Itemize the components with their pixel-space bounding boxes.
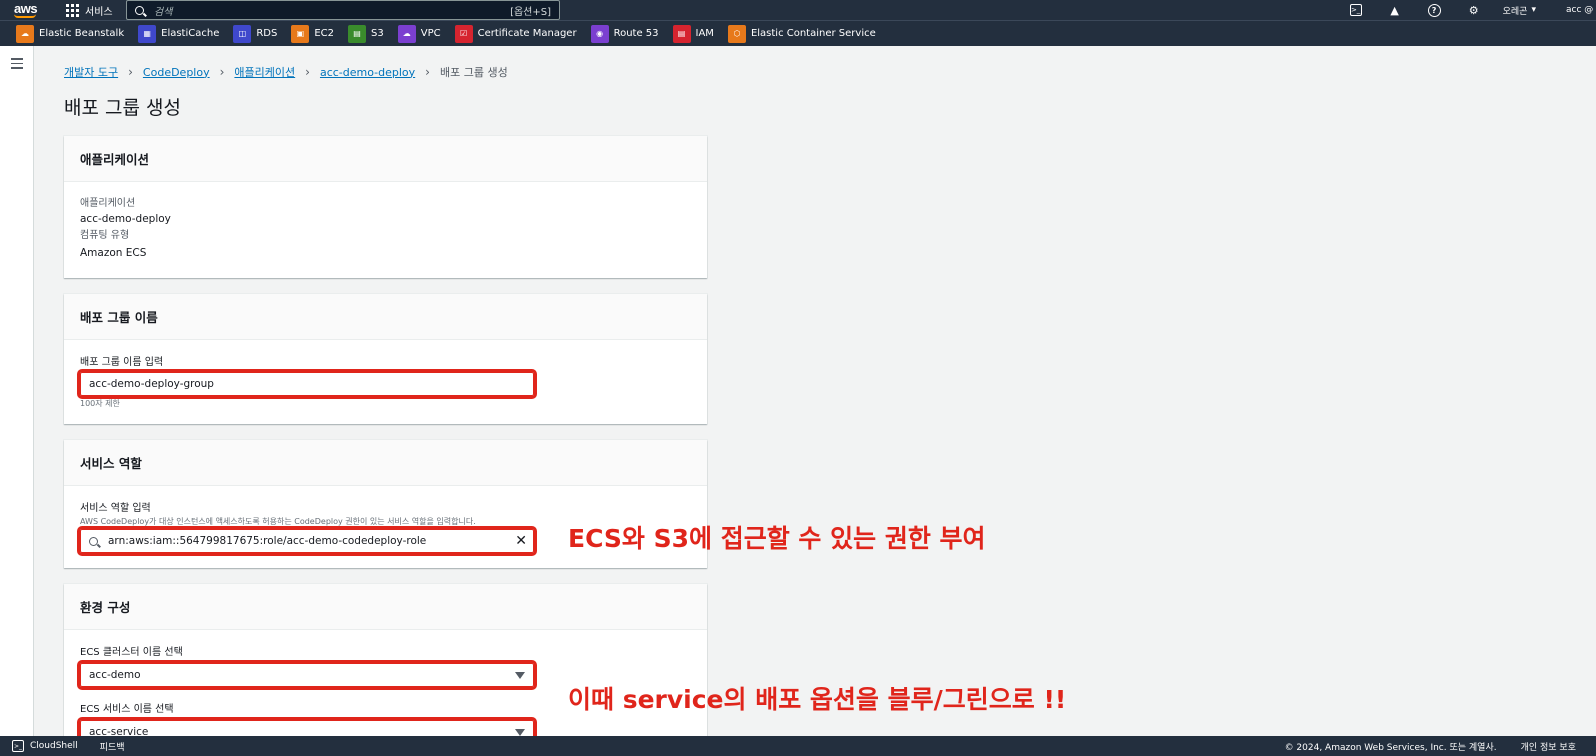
favorite-rds[interactable]: ◫ RDS [233,24,278,43]
favorite-label: S3 [371,28,384,39]
feedback-link[interactable]: 피드백 [100,740,125,753]
vpc-icon: ☁ [397,24,416,43]
annotation-role-note: ECS와 S3에 접근할 수 있는 권한 부여 [568,524,986,553]
search-shortcut: [옵션+S] [510,6,551,18]
region-selector[interactable]: 오레곤 ▾ [1503,4,1536,17]
favorite-iam[interactable]: ▤ IAM [672,24,714,43]
search-placeholder: 검색 [154,6,173,18]
settings-gear-icon[interactable]: ⚙ [1467,3,1481,17]
constraint-text: 100자 제한 [80,399,120,408]
notifications-bell-icon[interactable]: ▲ [1388,3,1402,17]
certificate-manager-icon: ☑ [454,24,473,43]
menu-hamburger-icon[interactable] [11,58,23,72]
cloudshell-button[interactable]: >_ CloudShell [12,740,78,752]
panel-header: 환경 구성 [64,584,707,630]
ec2-icon: ▣ [291,24,310,43]
breadcrumb: 개발자 도구 › CodeDeploy › 애플리케이션 › acc-demo-… [64,64,508,80]
application-panel: 애플리케이션 애플리케이션 acc-demo-deploy 컴퓨팅 유형 Ama… [64,136,707,278]
clear-icon[interactable]: ✕ [515,533,527,549]
grid-icon [66,3,79,17]
cloudshell-icon: >_ [12,740,24,752]
help-icon[interactable]: ? [1427,3,1441,17]
compute-type-value: Amazon ECS [80,247,147,259]
chevron-right-icon: › [305,65,310,79]
service-role-field-label: 서비스 역할 입력 [80,503,151,514]
ecs-icon: ⬡ [727,24,746,43]
breadcrumb-current: 배포 그룹 생성 [439,66,508,79]
privacy-link[interactable]: 개인 정보 보호 [1521,740,1576,753]
application-value: acc-demo-deploy [80,213,171,225]
cloudshell-icon[interactable]: >_ [1349,4,1362,16]
annotation-service-note: 이때 service의 배포 옵션을 블루/그린으로 !! [568,685,1067,714]
search-input[interactable]: 검색 [옵션+S] [126,0,560,20]
compute-type-label: 컴퓨팅 유형 [80,230,130,241]
panel-header: 배포 그룹 이름 [64,294,707,340]
favorite-label: Elastic Container Service [750,28,876,39]
favorite-label: Elastic Beanstalk [39,28,125,39]
chevron-right-icon: › [425,65,430,79]
caret-down-icon [515,672,525,679]
search-icon [135,5,144,15]
account-menu[interactable]: acc @ [1566,5,1596,15]
ecs-service-label: ECS 서비스 이름 선택 [80,704,174,715]
favorite-label: IAM [695,28,714,39]
application-label: 애플리케이션 [80,198,136,209]
favorite-certificate-manager[interactable]: ☑ Certificate Manager [454,24,577,43]
chevron-right-icon: › [219,65,225,79]
beanstalk-icon: ☁ [16,24,34,43]
caret-down-icon [515,729,525,736]
favorite-vpc[interactable]: ☁ VPC [397,24,441,43]
elasticache-icon: ▦ [138,24,157,43]
services-label: 서비스 [85,6,113,18]
page-title: 배포 그룹 생성 [64,97,181,119]
deployment-group-name-panel: 배포 그룹 이름 배포 그룹 이름 입력 acc-demo-deploy-gro… [64,294,707,424]
input-value: arn:aws:iam::564799817675:role/acc-demo-… [108,535,427,547]
nav-right-group: >_ ▲ ? ⚙ 오레곤 ▾ acc @ [1324,0,1596,20]
favorite-elastic-beanstalk[interactable]: ☁ Elastic Beanstalk [16,24,125,43]
ecs-cluster-select[interactable]: acc-demo [77,660,537,690]
top-navigation: aws 서비스 검색 [옵션+S] >_ ▲ ? ⚙ 오레곤 ▾ acc @ [0,0,1596,20]
panel-header: 애플리케이션 [64,136,707,182]
ecs-cluster-label: ECS 클러스터 이름 선택 [80,647,183,658]
environment-config-panel: 환경 구성 ECS 클러스터 이름 선택 acc-demo ECS 서비스 이름… [64,584,707,747]
breadcrumb-applications[interactable]: 애플리케이션 [234,64,295,80]
favorite-s3[interactable]: ▤ S3 [348,24,384,43]
region-label: 오레곤 [1502,6,1528,17]
breadcrumb-codedeploy[interactable]: CodeDeploy [143,66,210,79]
breadcrumb-app[interactable]: acc-demo-deploy [320,66,415,79]
input-value: acc-demo-deploy-group [89,378,214,390]
route53-icon: ◉ [590,24,609,43]
breadcrumb-developer-tools[interactable]: 개발자 도구 [64,64,118,80]
select-value: acc-demo [89,669,141,681]
rds-icon: ◫ [233,24,252,43]
chevron-right-icon: › [128,65,133,79]
favorite-route53[interactable]: ◉ Route 53 [590,24,659,43]
chevron-down-icon: ▾ [1531,5,1536,15]
favorite-ecs[interactable]: ⬡ Elastic Container Service [727,24,876,43]
footer: >_ CloudShell 피드백 © 2024, Amazon Web Ser… [0,736,1596,756]
favorite-label: RDS [256,28,278,39]
favorite-label: ElastiCache [161,28,220,39]
search-icon [89,536,98,546]
iam-icon: ▤ [672,24,691,43]
deployment-group-name-input[interactable]: acc-demo-deploy-group [77,369,537,399]
favorite-ec2[interactable]: ▣ EC2 [291,24,335,43]
aws-logo-smile [14,14,36,18]
copyright-text: © 2024, Amazon Web Services, Inc. 또는 계열사… [1284,742,1497,753]
service-role-input[interactable]: arn:aws:iam::564799817675:role/acc-demo-… [77,526,537,556]
favorite-label: Route 53 [613,28,659,39]
favorite-label: Certificate Manager [477,28,577,39]
side-navigation-rail [0,46,34,736]
s3-icon: ▤ [348,24,367,43]
services-menu-button[interactable]: 서비스 [66,2,113,18]
favorite-elasticache[interactable]: ▦ ElastiCache [138,24,220,43]
group-name-field-label: 배포 그룹 이름 입력 [80,357,164,368]
favorite-label: VPC [420,28,441,39]
favorites-bar: ☁ Elastic Beanstalk ▦ ElastiCache ◫ RDS … [0,20,1596,46]
panel-header: 서비스 역할 [64,440,707,486]
favorite-label: EC2 [314,28,335,39]
cloudshell-label: CloudShell [30,741,78,751]
